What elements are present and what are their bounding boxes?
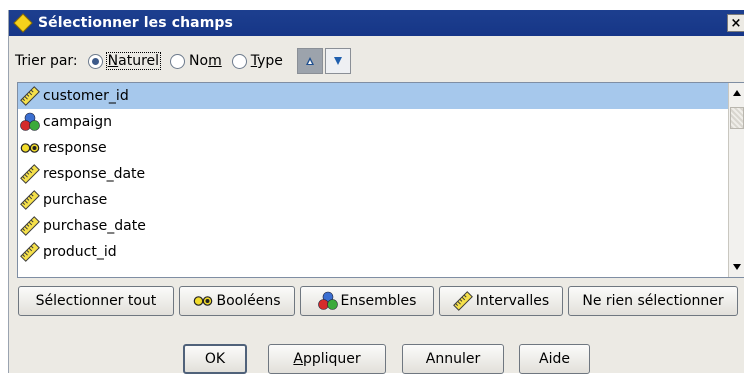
cancel-button[interactable]: Annuler: [402, 344, 504, 374]
scroll-thumb[interactable]: [730, 107, 744, 129]
field-row[interactable]: purchase: [18, 187, 728, 213]
field-name: campaign: [43, 114, 113, 130]
select-none-label: Ne rien sélectionner: [582, 293, 724, 309]
select-flags-button[interactable]: Booléens: [179, 286, 295, 316]
sort-natural-label: Naturel: [105, 52, 162, 70]
sort-name-label: Nom: [189, 53, 222, 69]
field-name: product_id: [43, 244, 117, 260]
close-button[interactable]: ×: [727, 14, 744, 32]
set-icon: [20, 112, 40, 132]
ruler-icon: [20, 164, 40, 184]
triangle-up-icon: [305, 57, 314, 65]
field-row[interactable]: campaign: [18, 109, 728, 135]
select-ranges-button[interactable]: Intervalles: [439, 286, 563, 316]
scroll-up-button[interactable]: [729, 85, 744, 101]
sort-by-label: Trier par:: [15, 53, 78, 69]
flag-icon: [193, 291, 213, 311]
flag-icon: [20, 138, 40, 158]
sort-descending-button[interactable]: [324, 48, 351, 74]
select-none-button[interactable]: Ne rien sélectionner: [568, 286, 738, 316]
field-row[interactable]: purchase_date: [18, 213, 728, 239]
arrow-up-icon: [733, 90, 741, 96]
sort-toolbar: Trier par: Naturel Nom Type: [9, 48, 744, 74]
field-list[interactable]: customer_id campaign response response_d…: [17, 82, 744, 278]
field-name: response: [43, 140, 107, 156]
ruler-icon: [20, 216, 40, 236]
selection-buttons: Sélectionner tout Booléens Ensembles Int…: [18, 286, 738, 316]
sort-natural-radio[interactable]: Naturel: [87, 52, 162, 70]
select-all-label: Sélectionner tout: [35, 293, 157, 309]
sort-type-label: Type: [250, 53, 283, 69]
sort-name-radio[interactable]: Nom: [170, 53, 222, 69]
ruler-icon: [20, 242, 40, 262]
field-row[interactable]: product_id: [18, 239, 728, 265]
diamond-icon: [12, 12, 34, 34]
select-sets-label: Ensembles: [340, 293, 417, 309]
radio-indicator[interactable]: [87, 53, 103, 69]
close-icon: ×: [730, 15, 742, 31]
apply-label: Appliquer: [293, 351, 361, 367]
select-sets-button[interactable]: Ensembles: [300, 286, 434, 316]
cancel-label: Annuler: [425, 351, 481, 367]
ruler-icon: [20, 190, 40, 210]
field-name: purchase_date: [43, 218, 146, 234]
select-ranges-label: Intervalles: [475, 293, 550, 309]
sort-ascending-button[interactable]: [296, 48, 323, 74]
field-row[interactable]: response_date: [18, 161, 728, 187]
select-all-button[interactable]: Sélectionner tout: [18, 286, 174, 316]
sort-type-radio[interactable]: Type: [231, 53, 283, 69]
help-button[interactable]: Aide: [519, 344, 590, 374]
field-name: response_date: [43, 166, 146, 182]
radio-indicator[interactable]: [231, 53, 247, 69]
ruler-icon: [20, 86, 40, 106]
scroll-down-button[interactable]: [729, 259, 744, 275]
triangle-down-icon: [333, 57, 342, 65]
title-bar[interactable]: Sélectionner les champs ×: [9, 10, 744, 36]
field-row[interactable]: response: [18, 135, 728, 161]
set-icon: [318, 291, 338, 311]
ruler-icon: [453, 291, 473, 311]
radio-indicator[interactable]: [170, 53, 186, 69]
field-row[interactable]: customer_id: [18, 83, 728, 109]
arrow-down-icon: [733, 264, 741, 270]
select-fields-dialog: Sélectionner les champs × Trier par: Nat…: [8, 10, 744, 374]
help-label: Aide: [539, 351, 570, 367]
field-name: customer_id: [43, 88, 129, 104]
field-name: purchase: [43, 192, 108, 208]
ok-button[interactable]: OK: [183, 344, 247, 374]
vertical-scrollbar[interactable]: [728, 83, 744, 277]
apply-button[interactable]: Appliquer: [268, 344, 386, 374]
select-flags-label: Booléens: [216, 293, 281, 309]
ok-label: OK: [204, 351, 226, 367]
dialog-title: Sélectionner les champs: [38, 15, 233, 31]
